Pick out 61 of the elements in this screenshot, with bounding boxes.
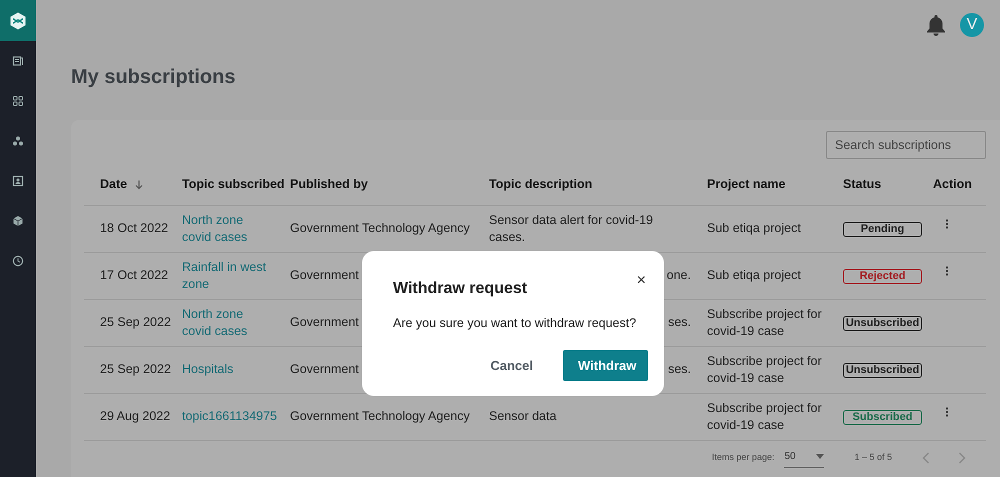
- dialog-message: Are you sure you want to withdraw request?: [393, 315, 638, 332]
- date-text: 18 Oct 2022: [100, 221, 168, 235]
- status-label: Rejected: [843, 269, 922, 284]
- dialog-title: Withdraw request: [393, 279, 528, 299]
- contact-card-icon[interactable]: [12, 175, 24, 187]
- description-text: one.: [666, 268, 691, 282]
- topic-link[interactable]: Hospitals: [182, 361, 274, 378]
- sort-arrow-icon[interactable]: [135, 180, 144, 190]
- topic-link[interactable]: topic1661134975: [182, 408, 274, 425]
- topic-link[interactable]: Rainfall in west zone: [182, 258, 274, 292]
- search-field[interactable]: Search subscriptions: [826, 131, 986, 159]
- column-header: Action: [933, 176, 972, 194]
- project-text: Subscribe project for covid-19 case: [707, 306, 822, 338]
- description-text: Sensor data: [489, 409, 556, 423]
- more-options-icon[interactable]: [945, 407, 949, 417]
- publisher-text: Government: [290, 315, 359, 329]
- date-text: 29 Aug 2022: [100, 409, 170, 423]
- topic-link[interactable]: North zone covid cases: [182, 212, 274, 246]
- topic-link[interactable]: North zone covid cases: [182, 306, 274, 340]
- project-text: Sub etiqa project: [707, 268, 801, 282]
- publisher-text: Government: [290, 268, 359, 282]
- description-text: Sensor data alert for covid-19 cases.: [489, 212, 653, 244]
- project-text: Subscribe project for covid-19 case: [707, 400, 822, 432]
- document-icon[interactable]: [12, 55, 24, 67]
- status-label: Subscribed: [843, 410, 922, 425]
- cube-icon[interactable]: [12, 215, 24, 227]
- status-label: Pending: [843, 222, 922, 237]
- bell-icon[interactable]: [926, 14, 946, 36]
- grid-icon[interactable]: [12, 95, 24, 107]
- close-button[interactable]: ×: [634, 273, 648, 289]
- column-header: Status: [843, 176, 882, 194]
- publisher-text: Government Technology Agency: [290, 221, 470, 235]
- logo-icon[interactable]: [9, 12, 27, 30]
- description-text: ses.: [668, 362, 691, 376]
- date-text: 17 Oct 2022: [100, 268, 168, 282]
- date-text: 25 Sep 2022: [100, 362, 171, 376]
- more-options-icon[interactable]: [945, 266, 949, 276]
- status-label: Unsubscribed: [843, 363, 922, 378]
- publisher-text: Government: [290, 362, 359, 376]
- withdraw-button[interactable]: Withdraw: [563, 350, 648, 382]
- column-header: Project name: [707, 176, 786, 194]
- column-header[interactable]: Date: [100, 175, 128, 194]
- avatar[interactable]: V: [960, 13, 984, 37]
- clock-icon[interactable]: [12, 255, 24, 267]
- cancel-button[interactable]: Cancel: [476, 350, 547, 382]
- column-header: Topic subscribed: [182, 176, 285, 194]
- project-text: Sub etiqa project: [707, 221, 801, 235]
- date-text: 25 Sep 2022: [100, 315, 171, 329]
- page-title: My subscriptions: [71, 65, 236, 90]
- caret-icon[interactable]: [816, 454, 824, 458]
- status-label: Unsubscribed: [843, 316, 922, 331]
- publisher-text: Government Technology Agency: [290, 409, 470, 423]
- column-header: Topic description: [489, 176, 592, 194]
- description-text: ses.: [668, 315, 691, 329]
- items-per-page-label: Items per page:: [712, 451, 774, 464]
- more-options-icon[interactable]: [945, 219, 949, 229]
- page-range: 1 – 5 of 5: [854, 451, 892, 464]
- column-header: Published by: [290, 176, 368, 194]
- items-per-page-select[interactable]: 50: [784, 448, 824, 468]
- circles-icon[interactable]: [12, 135, 24, 147]
- project-text: Subscribe project for covid-19 case: [707, 354, 822, 384]
